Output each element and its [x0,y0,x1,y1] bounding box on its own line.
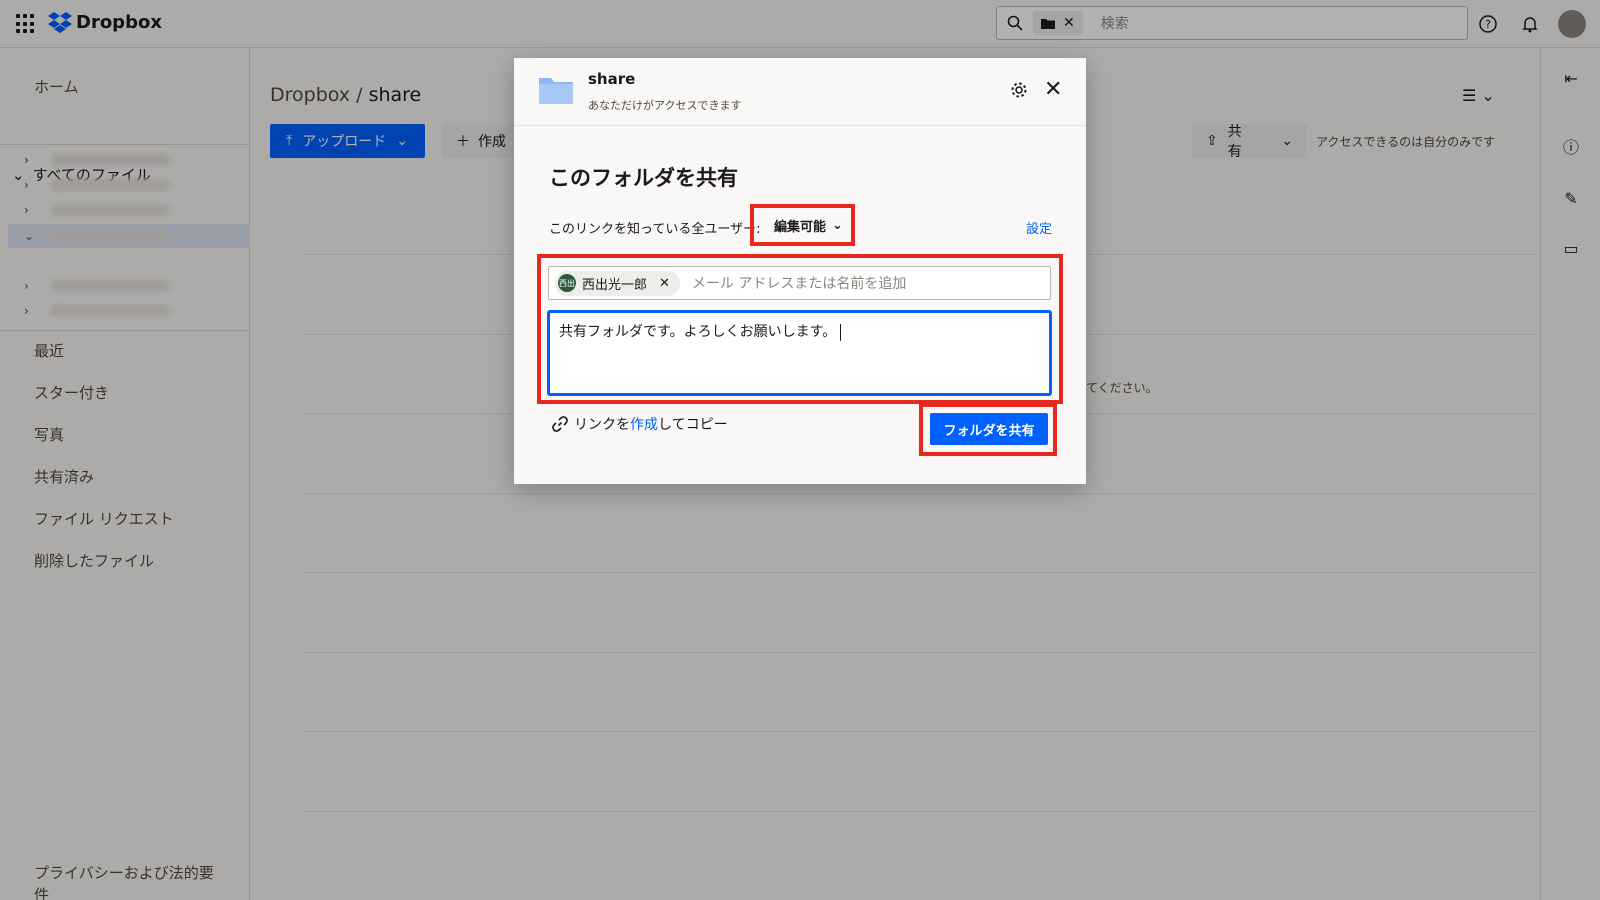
avatar: 西出 [558,274,576,292]
invite-input[interactable]: メール アドレスまたは名前を追加 [692,273,906,293]
close-icon[interactable]: ✕ [659,276,670,291]
dialog-heading: このフォルダを共有 [549,166,738,190]
copy-link-action[interactable]: 作成 [630,417,658,433]
invite-field[interactable]: 西出 西出光一郎 ✕ メール アドレスまたは名前を追加 [548,266,1051,300]
folder-icon [539,78,573,104]
link-icon [552,416,568,432]
copy-link-suffix: してコピー [658,417,728,433]
gear-icon[interactable] [1010,81,1028,99]
settings-link[interactable]: 設定 [1026,218,1052,237]
invitee-chip[interactable]: 西出 西出光一郎 ✕ [555,270,680,296]
text-caret [840,323,842,341]
share-folder-dialog: share あなただけがアクセスできます ✕ このフォルダを共有 このリンクを知… [514,58,1086,484]
message-text: 共有フォルダです。よろしくお願いします。 [559,324,837,340]
invitee-name: 西出光一郎 [582,277,648,293]
copy-link-prefix: リンクを [574,417,630,433]
link-permission-label: このリンクを知っている全ユーザー: [549,222,761,237]
dialog-folder-access: あなただけがアクセスできます [588,99,742,112]
copy-link-button[interactable]: リンクを作成してコピー [552,414,728,434]
dialog-folder-name: share [588,70,636,88]
message-field[interactable]: 共有フォルダです。よろしくお願いします。 [547,310,1052,396]
close-icon[interactable]: ✕ [1044,79,1062,101]
share-folder-button[interactable]: フォルダを共有 [930,413,1048,445]
dialog-header: share あなただけがアクセスできます ✕ [514,58,1086,126]
highlight-permission [750,204,855,246]
